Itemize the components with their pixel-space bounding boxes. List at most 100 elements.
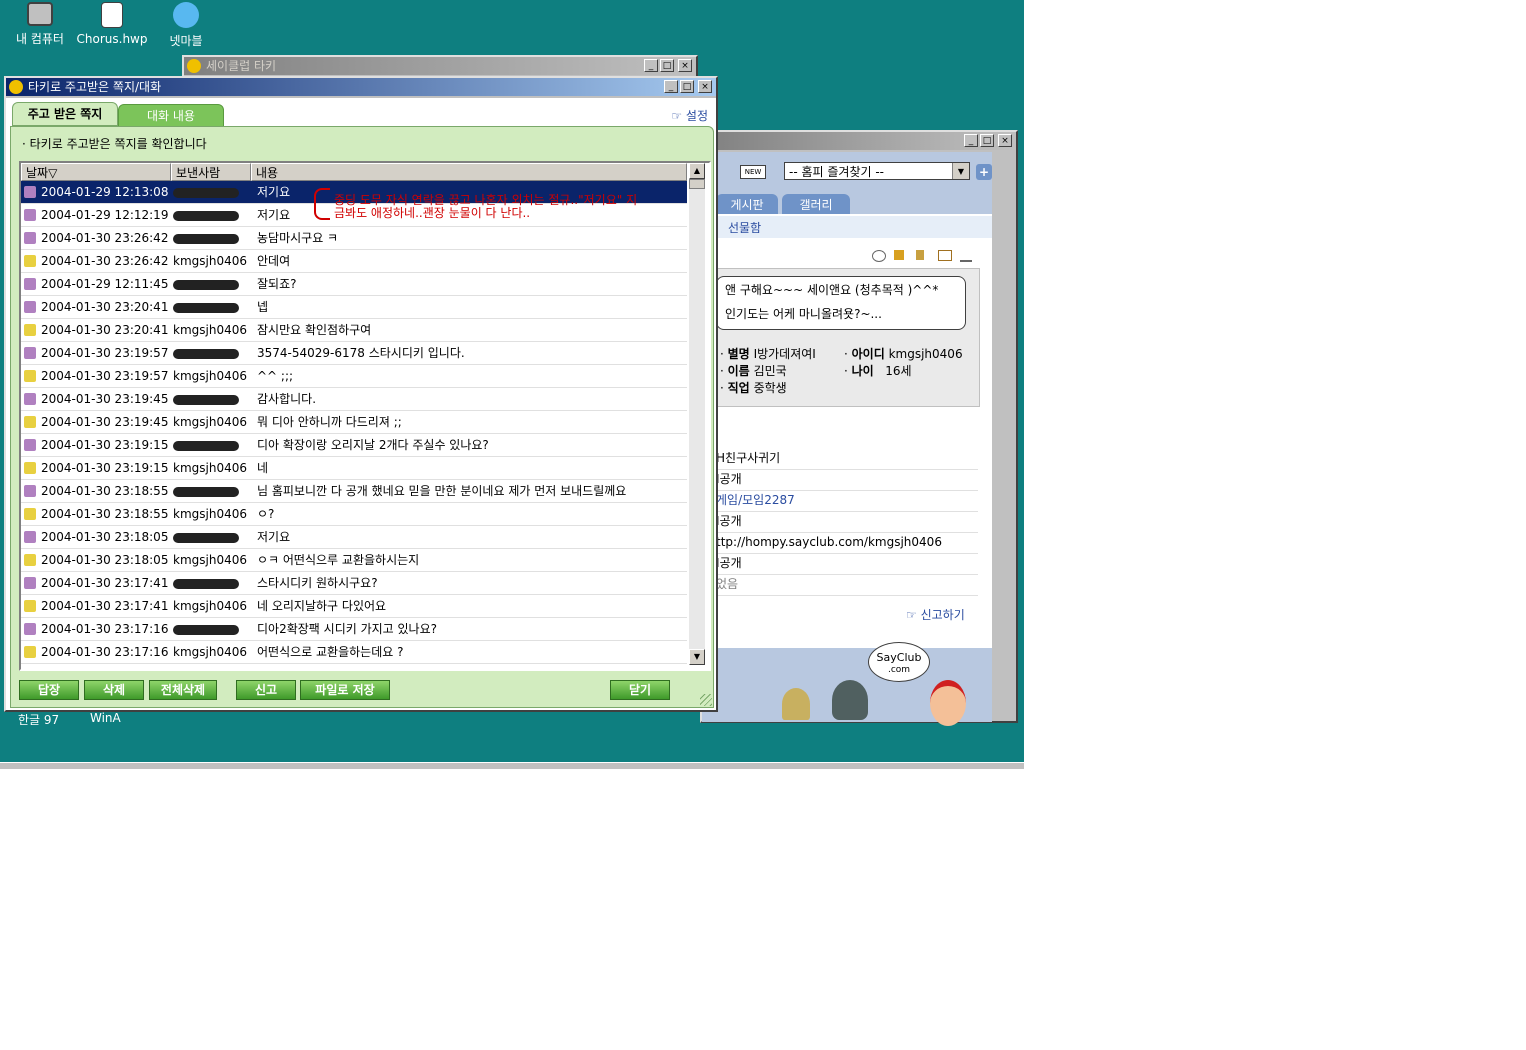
row-sender	[173, 204, 239, 226]
table-row[interactable]: 2004-01-30 23:19:15 디아 확장이랑 오리지날 2개다 주실수 …	[21, 434, 687, 457]
minimize-button[interactable]: _	[964, 134, 978, 147]
profile-id: · 아이디 kmgsjh0406	[844, 347, 963, 361]
received-message-icon	[24, 347, 36, 359]
table-row[interactable]: 2004-01-30 23:17:41 스타시디키 원하시구요?	[21, 572, 687, 595]
mail-icon[interactable]	[938, 250, 952, 261]
column-content[interactable]: 내용	[251, 163, 687, 181]
reply-button[interactable]: 답장	[19, 680, 79, 700]
table-row[interactable]: 2004-01-30 23:19:57 3574-54029-6178 스타시디키…	[21, 342, 687, 365]
table-row[interactable]: 2004-01-30 23:19:15 kmgsjh0406 네	[21, 457, 687, 480]
favorites-select[interactable]: -- 홈피 즐겨찾기 -- ▼	[784, 162, 970, 180]
delete-all-button[interactable]: 전체삭제	[149, 680, 217, 700]
table-row[interactable]: 2004-01-30 23:26:42 농담마시구요 ㅋ	[21, 227, 687, 250]
minimize-button[interactable]: _	[664, 80, 678, 93]
redacted-sender	[173, 578, 239, 589]
memo-icon[interactable]	[916, 250, 924, 260]
desktop-icon-netmarble[interactable]: 넷마블	[146, 2, 226, 49]
table-row[interactable]: 2004-01-30 23:20:41 넵	[21, 296, 687, 319]
profile-toolbar	[872, 250, 982, 262]
delete-button[interactable]: 삭제	[84, 680, 144, 700]
table-row[interactable]: 2004-01-30 23:26:42 kmgsjh0406 안데여	[21, 250, 687, 273]
table-row[interactable]: 2004-01-30 23:17:16 디아2확장팩 시디키 가지고 있나요?	[21, 618, 687, 641]
maximize-button[interactable]: □	[980, 134, 994, 147]
table-row[interactable]: 2004-01-30 23:18:05 kmgsjh0406 ㅇㅋ 어떤식으루 교환…	[21, 549, 687, 572]
profile-nick: · 별명 I방가데져여I	[720, 347, 816, 361]
job-value: 중학생	[753, 381, 787, 395]
scroll-down-icon[interactable]: ▼	[689, 649, 705, 665]
close-window-button[interactable]: 닫기	[610, 680, 670, 700]
gift-box-label[interactable]: 선물함	[728, 219, 761, 236]
save-to-file-button[interactable]: 파일로 저장	[300, 680, 390, 700]
scroll-up-icon[interactable]: ▲	[689, 163, 705, 179]
speech-bubble: 앤 구해요~~~ 세이앤요 (청추목적 )^^* 인기도는 어케 마니올려욧?~…	[716, 276, 966, 330]
row-date: 2004-01-30 23:18:05	[41, 530, 169, 544]
add-favorite-button[interactable]: +	[976, 164, 992, 180]
tacky-titlebar[interactable]: 세이클럽 타키 _ □ ×	[184, 57, 696, 75]
maximize-button[interactable]: □	[680, 80, 694, 93]
tab-chat-history[interactable]: 대화 내용	[118, 104, 224, 128]
table-row[interactable]: 2004-01-30 23:17:16 kmgsjh0406 어떤식으로 교환을하는…	[21, 641, 687, 664]
close-button[interactable]: ×	[998, 134, 1012, 147]
chat-icon[interactable]	[872, 250, 886, 262]
row-sender: kmgsjh0406	[173, 415, 247, 429]
settings-label: 설정	[685, 109, 708, 123]
message-window: 타키로 주고받은 쪽지/대화 _ □ × 주고 받은 쪽지 대화 내용 ☞ 설정…	[4, 76, 718, 712]
tab-received-messages[interactable]: 주고 받은 쪽지	[12, 102, 118, 126]
column-date[interactable]: 날짜▽	[21, 163, 171, 181]
taskbar-label-hangul[interactable]: 한글 97	[18, 711, 59, 728]
gift-icon[interactable]	[894, 250, 904, 260]
tab-gallery[interactable]: 갤러리	[782, 194, 850, 216]
report-button[interactable]: 신고	[236, 680, 296, 700]
close-button[interactable]: ×	[698, 80, 712, 93]
settings-link[interactable]: ☞ 설정	[671, 107, 708, 124]
redacted-sender	[173, 187, 239, 198]
close-button[interactable]: ×	[678, 59, 692, 72]
table-row[interactable]: 2004-01-30 23:19:45 감사합니다.	[21, 388, 687, 411]
row-sender	[173, 227, 239, 249]
table-row[interactable]: 2004-01-30 23:17:41 kmgsjh0406 네 오리지날하구 다있…	[21, 595, 687, 618]
received-message-icon	[24, 232, 36, 244]
taskbar-label-wina[interactable]: WinA	[90, 711, 121, 725]
friend-icon[interactable]	[960, 250, 972, 262]
received-message-icon	[24, 186, 36, 198]
row-content: 뭐 디아 안하니까 다드리져 ;;	[257, 415, 402, 429]
resize-grip-icon[interactable]	[700, 694, 712, 706]
tab-board[interactable]: 게시판	[716, 194, 778, 216]
table-row[interactable]: 2004-01-30 23:20:41 kmgsjh0406 잠시만요 확인점하구여	[21, 319, 687, 342]
desktop-icon-label: 내 컴퓨터	[16, 32, 64, 46]
row-date: 2004-01-30 23:17:41	[41, 599, 169, 613]
info-row[interactable]: ttp://hompy.sayclub.com/kmgsjh0406	[716, 532, 978, 554]
homepage-titlebar[interactable]: _ □ ×	[702, 132, 1016, 150]
table-row[interactable]: 2004-01-30 23:18:55 kmgsjh0406 ㅇ?	[21, 503, 687, 526]
chevron-down-icon[interactable]: ▼	[952, 163, 969, 179]
row-sender: kmgsjh0406	[173, 254, 247, 268]
info-row[interactable]: 게임/모임2287	[716, 490, 978, 512]
table-row[interactable]: 2004-01-30 23:18:55 님 홈피보니깐 다 공개 했네요 믿을 만…	[21, 480, 687, 503]
vertical-scrollbar[interactable]: ▲ ▼	[689, 163, 705, 665]
row-sender: kmgsjh0406	[173, 323, 247, 337]
column-sender[interactable]: 보낸사람	[171, 163, 251, 181]
row-date: 2004-01-29 12:12:19	[41, 208, 169, 222]
message-subtitle: · 타키로 주고받은 쪽지를 확인합니다	[22, 137, 207, 151]
maximize-button[interactable]: □	[660, 59, 674, 72]
desktop-icon-my-computer[interactable]: 내 컴퓨터	[0, 2, 80, 47]
table-row[interactable]: 2004-01-30 23:18:05 저기요	[21, 526, 687, 549]
netmarble-icon	[173, 2, 199, 28]
new-badge: NEW	[740, 165, 766, 179]
sayclub-logo[interactable]: SayClub .com	[868, 642, 930, 682]
desktop-icon-chorus[interactable]: Chorus.hwp	[72, 2, 152, 46]
sent-message-icon	[24, 554, 36, 566]
row-date: 2004-01-30 23:19:57	[41, 346, 169, 360]
mascot-girl-icon	[930, 680, 966, 726]
row-content: 넵	[257, 300, 269, 314]
row-date: 2004-01-29 12:13:08	[41, 185, 169, 199]
report-link[interactable]: ☞ 신고하기	[906, 606, 965, 623]
minimize-button[interactable]: _	[644, 59, 658, 72]
table-row[interactable]: 2004-01-29 12:11:45 잘되죠?	[21, 273, 687, 296]
row-sender	[173, 273, 239, 295]
favorites-select-value: -- 홈피 즐겨찾기 --	[789, 165, 885, 179]
message-titlebar[interactable]: 타키로 주고받은 쪽지/대화 _ □ ×	[6, 78, 716, 96]
table-row[interactable]: 2004-01-30 23:19:57 kmgsjh0406 ^^ ;;;	[21, 365, 687, 388]
scroll-thumb[interactable]	[689, 179, 705, 189]
table-row[interactable]: 2004-01-30 23:19:45 kmgsjh0406 뭐 디아 안하니까 다…	[21, 411, 687, 434]
